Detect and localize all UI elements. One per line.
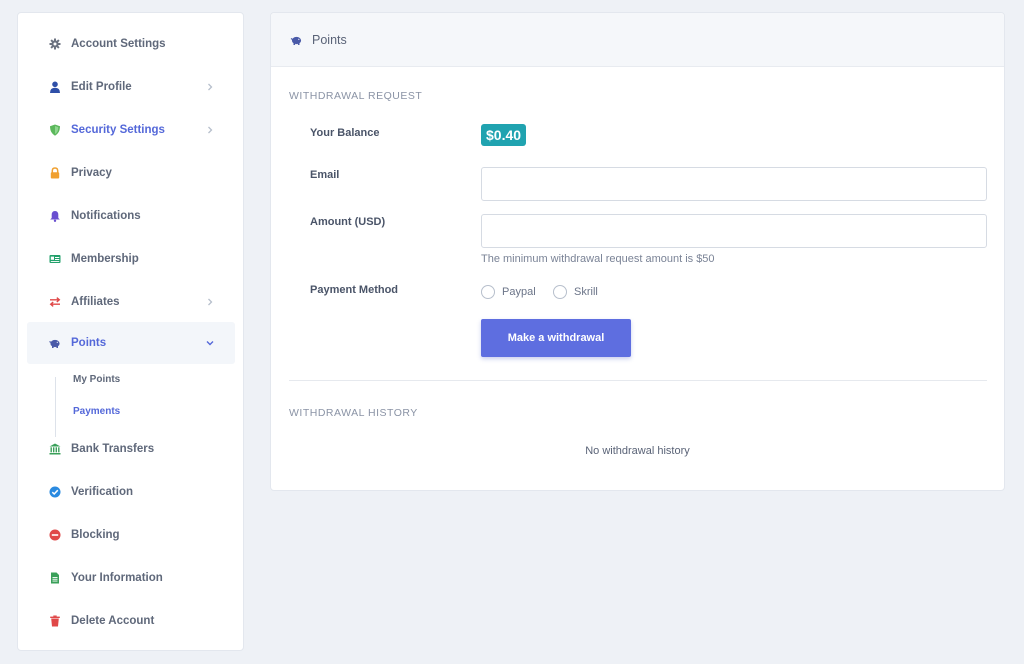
sidebar-item-bank-transfers[interactable]: Bank Transfers bbox=[27, 428, 235, 470]
radio-skrill[interactable]: Skrill bbox=[553, 285, 598, 299]
radio-button[interactable] bbox=[481, 285, 495, 299]
make-withdrawal-button[interactable]: Make a withdrawal bbox=[481, 319, 631, 357]
sidebar-item-label: Affiliates bbox=[71, 296, 120, 308]
sidebar-item-privacy[interactable]: Privacy bbox=[27, 152, 235, 194]
radio-button[interactable] bbox=[553, 285, 567, 299]
sidebar-item-label: Security Settings bbox=[71, 124, 165, 136]
sidebar-item-your-information[interactable]: Your Information bbox=[27, 557, 235, 599]
sidebar-item-label: Your Information bbox=[71, 572, 163, 584]
sidebar-item-label: Bank Transfers bbox=[71, 443, 155, 455]
balance-badge: $0.40 bbox=[481, 124, 527, 146]
chevron-right-icon bbox=[205, 82, 215, 92]
block-icon bbox=[49, 529, 61, 541]
sidebar-item-blocking[interactable]: Blocking bbox=[27, 514, 235, 556]
bank-icon bbox=[49, 443, 61, 455]
piggy-bank-icon bbox=[49, 337, 61, 349]
email-label: Email bbox=[310, 169, 340, 181]
lock-icon bbox=[49, 167, 61, 179]
sidebar-subitem-my-points[interactable]: My Points bbox=[73, 374, 120, 385]
card-header: Points bbox=[271, 13, 1004, 67]
trash-icon bbox=[49, 615, 61, 627]
bell-icon bbox=[49, 210, 61, 222]
sidebar-item-label: Account Settings bbox=[71, 38, 166, 50]
document-icon bbox=[49, 572, 61, 584]
piggy-bank-icon bbox=[290, 34, 303, 46]
amount-field[interactable] bbox=[481, 214, 987, 248]
sidebar-item-notifications[interactable]: Notifications bbox=[27, 195, 235, 237]
chevron-right-icon bbox=[205, 297, 215, 307]
points-card: Points WITHDRAWAL REQUEST Your Balance $… bbox=[270, 12, 1005, 491]
sidebar-item-delete-account[interactable]: Delete Account bbox=[27, 600, 235, 642]
sidebar-item-label: Edit Profile bbox=[71, 81, 132, 93]
radio-label: Skrill bbox=[574, 286, 598, 298]
sidebar-item-label: Notifications bbox=[71, 210, 141, 222]
sidebar-item-label: Membership bbox=[71, 253, 139, 265]
chevron-down-icon bbox=[205, 338, 215, 348]
sidebar-item-label: Privacy bbox=[71, 167, 112, 179]
amount-label: Amount (USD) bbox=[310, 216, 386, 228]
sidebar-item-verification[interactable]: Verification bbox=[27, 471, 235, 513]
sidebar-item-edit-profile[interactable]: Edit Profile bbox=[27, 66, 235, 108]
user-icon bbox=[49, 81, 61, 93]
sidebar-item-security-settings[interactable]: Security Settings bbox=[27, 109, 235, 151]
balance-label: Your Balance bbox=[310, 127, 380, 139]
shield-icon bbox=[49, 124, 61, 136]
exchange-icon bbox=[49, 296, 61, 308]
id-card-icon bbox=[49, 253, 61, 265]
amount-hint: The minimum withdrawal request amount is… bbox=[481, 253, 715, 265]
gear-icon bbox=[49, 38, 61, 50]
divider bbox=[289, 380, 987, 381]
radio-paypal[interactable]: Paypal bbox=[481, 285, 536, 299]
chevron-right-icon bbox=[205, 125, 215, 135]
withdrawal-request-title: WITHDRAWAL REQUEST bbox=[289, 90, 423, 102]
sidebar-item-label: Verification bbox=[71, 486, 133, 498]
empty-history-message: No withdrawal history bbox=[585, 445, 690, 457]
email-field[interactable] bbox=[481, 167, 987, 201]
sidebar-item-label: Delete Account bbox=[71, 615, 155, 627]
page-title: Points bbox=[312, 33, 347, 47]
sidebar-item-points[interactable]: Points bbox=[27, 322, 235, 364]
withdrawal-history-title: WITHDRAWAL HISTORY bbox=[289, 407, 418, 419]
check-badge-icon bbox=[49, 486, 61, 498]
sidebar-item-affiliates[interactable]: Affiliates bbox=[27, 281, 235, 323]
sidebar-item-membership[interactable]: Membership bbox=[27, 238, 235, 280]
sidebar-item-label: Blocking bbox=[71, 529, 120, 541]
radio-label: Paypal bbox=[502, 286, 536, 298]
payment-method-label: Payment Method bbox=[310, 284, 399, 296]
settings-sidebar: Account Settings Edit Profile Security S… bbox=[17, 12, 244, 651]
sidebar-item-label: Points bbox=[71, 337, 107, 349]
sidebar-subitem-payments[interactable]: Payments bbox=[73, 406, 120, 417]
sidebar-item-account-settings[interactable]: Account Settings bbox=[27, 23, 235, 65]
